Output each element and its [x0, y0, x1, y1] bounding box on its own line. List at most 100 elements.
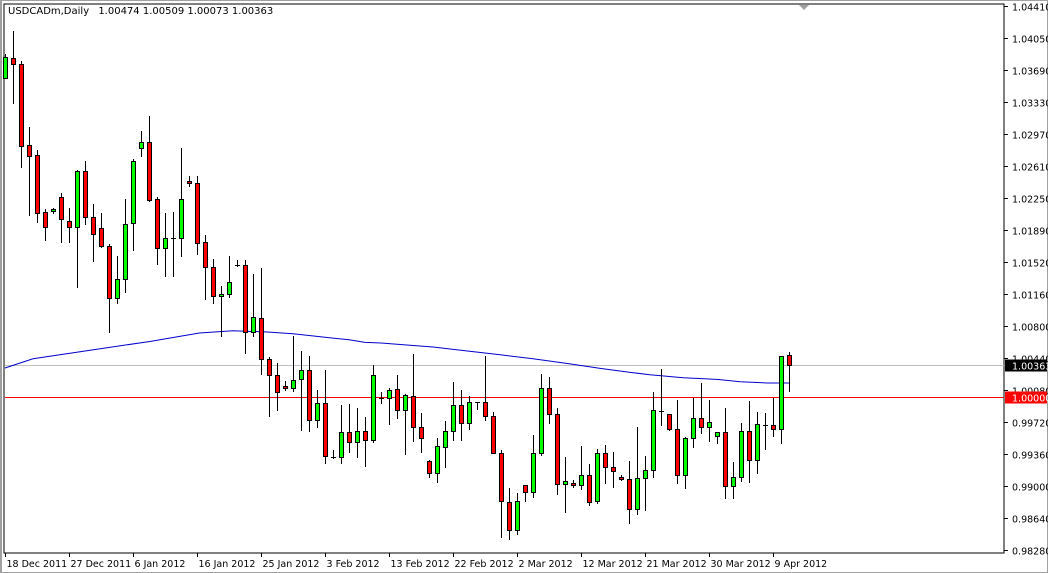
candle — [379, 392, 384, 404]
candle-body — [307, 370, 312, 421]
candle — [211, 259, 216, 304]
candle — [235, 260, 240, 267]
candle — [635, 427, 640, 515]
candle-body — [603, 453, 608, 468]
candle — [107, 244, 112, 333]
candle — [515, 493, 520, 535]
candle — [651, 392, 656, 478]
x-tick-label: 21 Mar 2012 — [647, 559, 707, 570]
chart-header: USDCADm,Daily 1.00474 1.00509 1.00073 1.… — [8, 6, 279, 17]
candle — [531, 435, 536, 498]
y-tick-label: 1.03690 — [1012, 67, 1048, 78]
candle-body — [499, 453, 504, 502]
candle — [347, 404, 352, 453]
candle-body — [75, 171, 80, 228]
candle-body — [139, 142, 144, 149]
candle — [707, 400, 712, 442]
candle-body — [387, 390, 392, 399]
chart-shift-marker-icon[interactable] — [799, 5, 809, 10]
candle — [99, 213, 104, 248]
candle — [643, 456, 648, 511]
candle — [267, 357, 272, 417]
candle-body — [547, 388, 552, 415]
candle — [451, 382, 456, 441]
candle-body — [123, 224, 128, 280]
candle — [259, 268, 264, 375]
candle — [667, 414, 672, 431]
candle-body — [27, 145, 32, 157]
x-tick-label: 27 Dec 2011 — [71, 559, 132, 570]
candle-body — [467, 402, 472, 424]
candle-body — [667, 414, 672, 430]
candle — [91, 204, 96, 262]
y-tick-label: 1.04410 — [1012, 3, 1048, 14]
x-tick-label: 16 Jan 2012 — [199, 559, 256, 570]
candle-body — [787, 355, 792, 366]
candle — [723, 408, 728, 499]
candle-body — [627, 479, 632, 510]
candle-body — [227, 282, 232, 295]
candle-body — [723, 432, 728, 487]
bid-price-label: 1.00363 — [1012, 362, 1048, 373]
candle — [227, 256, 232, 298]
candle — [715, 432, 720, 444]
candle-body — [507, 502, 512, 531]
y-tick-label: 0.99000 — [1012, 483, 1048, 494]
candle-body — [579, 475, 584, 486]
x-tick-label: 22 Feb 2012 — [455, 559, 514, 570]
candlestick-chart[interactable]: 1.04410 1.04050 1.03690 1.03330 1.02970 1.026… — [0, 0, 1048, 573]
candle — [59, 193, 64, 243]
candle-body — [43, 212, 48, 228]
candle-body — [83, 171, 88, 218]
candle-body — [179, 199, 184, 239]
candle — [571, 480, 576, 488]
candle — [67, 208, 72, 243]
candle — [435, 438, 440, 483]
candle — [387, 388, 392, 425]
candle — [131, 159, 136, 251]
candle — [11, 31, 16, 104]
y-tick-label: 1.00800 — [1012, 323, 1048, 334]
candle — [619, 475, 624, 481]
candle — [411, 354, 416, 442]
candle — [779, 356, 784, 444]
candle-body — [267, 359, 272, 376]
candle — [291, 336, 296, 392]
candle — [115, 256, 120, 304]
y-tick-label: 0.99360 — [1012, 451, 1048, 462]
candle — [547, 377, 552, 424]
x-tick-label: 30 Mar 2012 — [711, 559, 771, 570]
candle — [691, 398, 696, 448]
y-tick-label: 1.01890 — [1012, 227, 1048, 238]
y-tick-label: 1.01160 — [1012, 291, 1048, 302]
candle-body — [59, 197, 64, 220]
y-tick-label: 0.99720 — [1012, 419, 1048, 430]
x-tick-label: 18 Dec 2011 — [7, 559, 68, 570]
x-tick-label: 12 Mar 2012 — [583, 559, 643, 570]
candle — [491, 412, 496, 454]
candle — [579, 446, 584, 490]
candle-body — [155, 199, 160, 249]
candle — [355, 408, 360, 458]
y-tick-label: 1.01520 — [1012, 259, 1048, 270]
candle — [475, 402, 480, 410]
candle — [283, 381, 288, 391]
candle-body — [443, 431, 448, 448]
candle — [699, 383, 704, 434]
candle — [363, 417, 368, 467]
candle — [19, 61, 24, 168]
candle-body — [403, 395, 408, 411]
candle — [443, 421, 448, 468]
candle-body — [707, 422, 712, 428]
candle-body — [483, 402, 488, 417]
candle-body — [203, 242, 208, 268]
candle — [171, 212, 176, 277]
candle — [611, 452, 616, 488]
candle — [467, 396, 472, 430]
candle-body — [451, 405, 456, 432]
candle-body — [531, 453, 536, 493]
candle-body — [675, 429, 680, 476]
candle — [27, 127, 32, 216]
y-tick-label: 1.02250 — [1012, 195, 1048, 206]
candle-body — [187, 181, 192, 184]
